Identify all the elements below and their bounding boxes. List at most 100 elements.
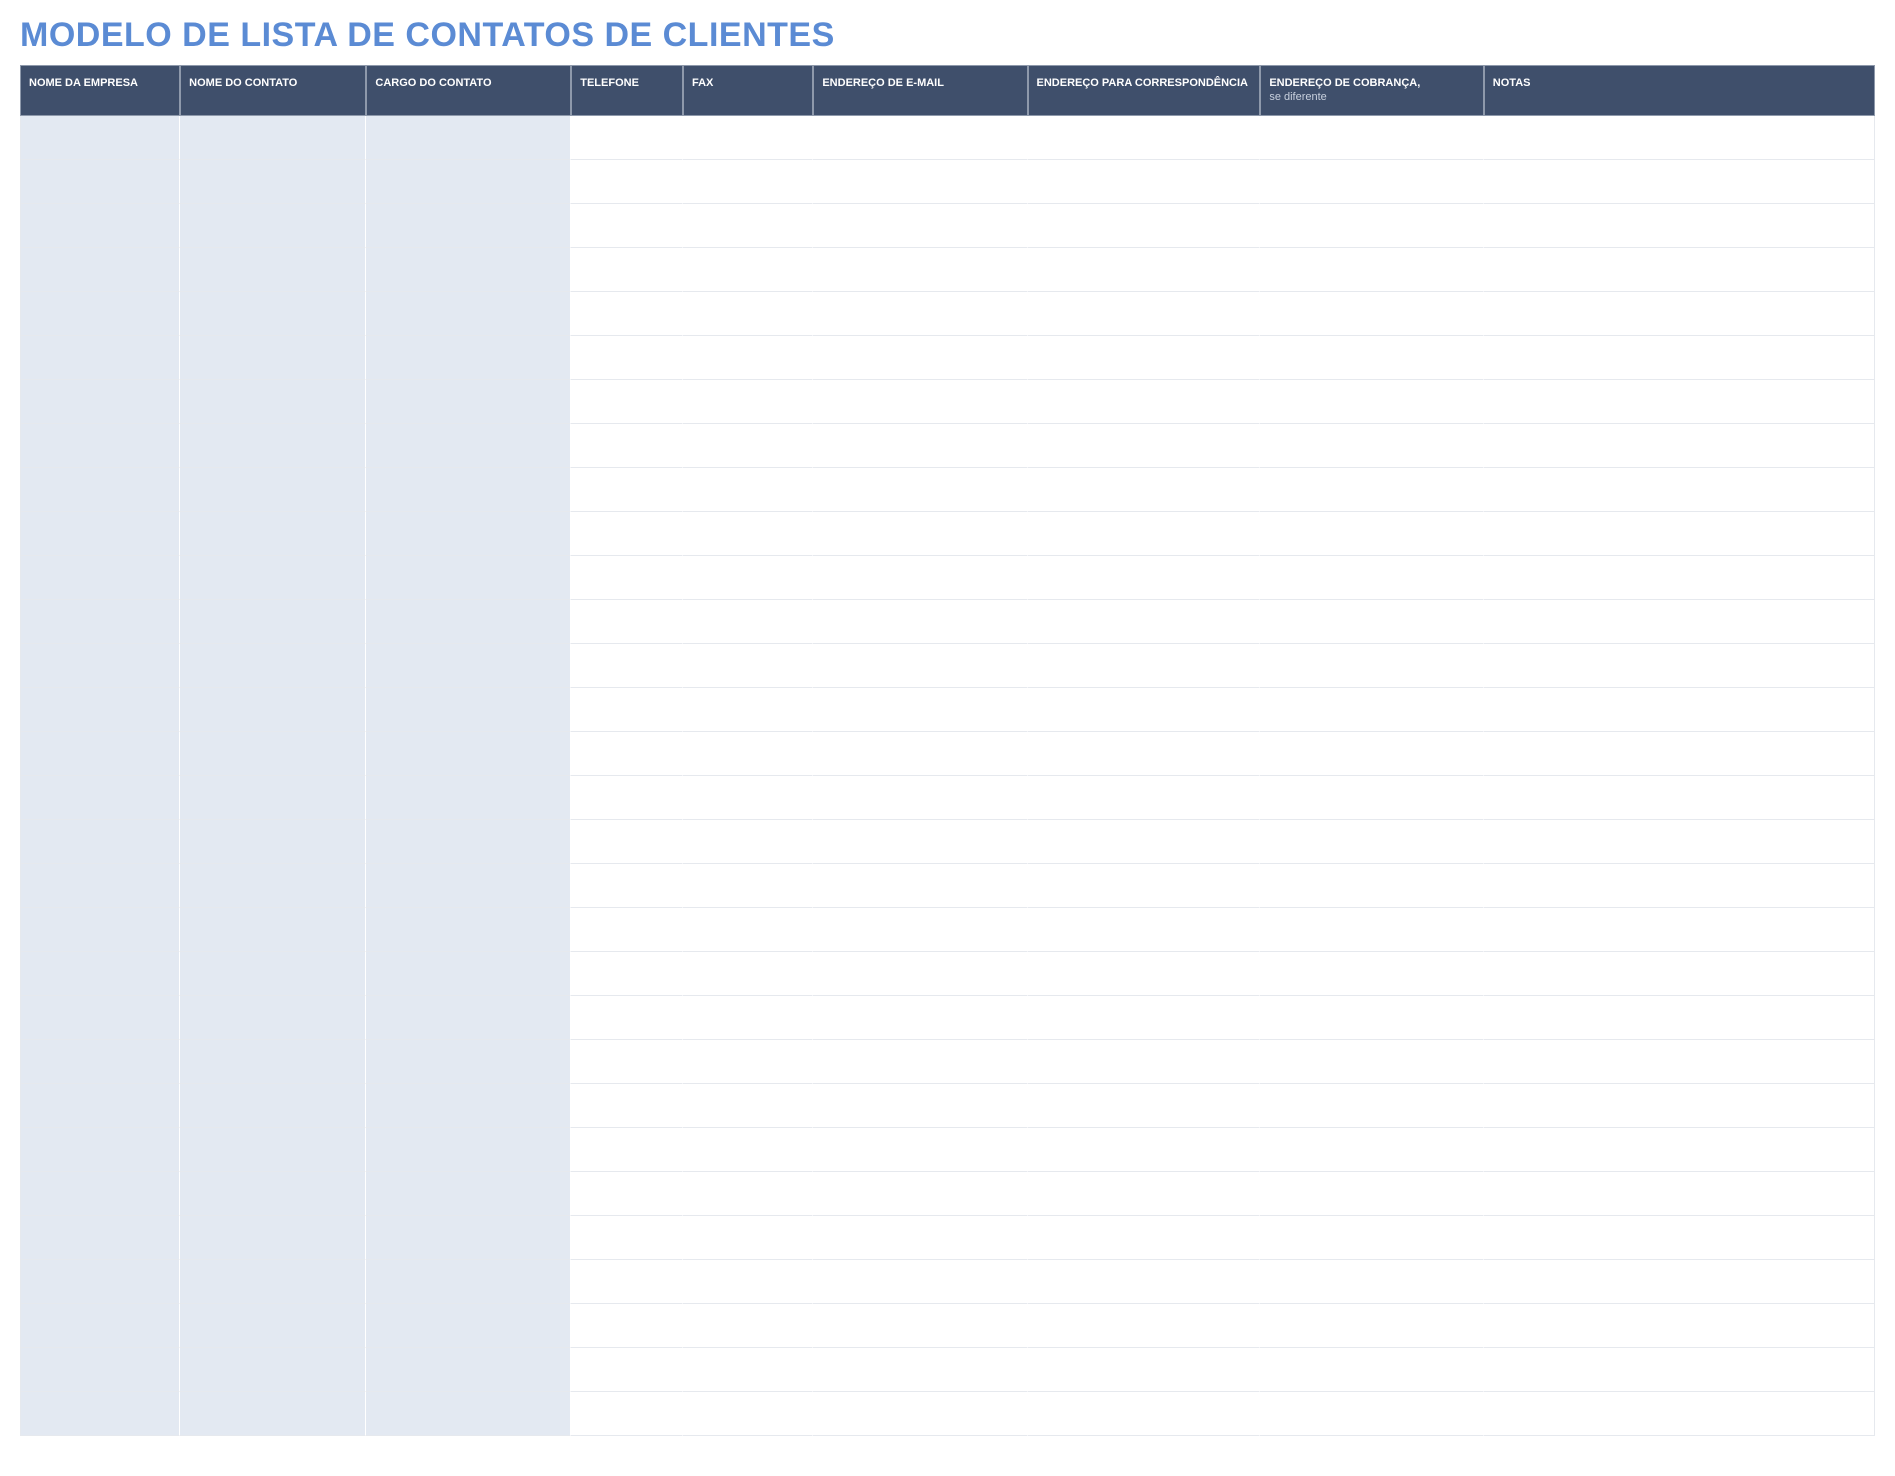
table-cell[interactable]: [1028, 732, 1261, 776]
table-cell[interactable]: [683, 864, 813, 908]
table-cell[interactable]: [1260, 204, 1483, 248]
table-cell[interactable]: [366, 1216, 571, 1260]
table-cell[interactable]: [180, 336, 366, 380]
table-cell[interactable]: [813, 732, 1027, 776]
table-cell[interactable]: [571, 1260, 683, 1304]
table-cell[interactable]: [571, 116, 683, 160]
table-cell[interactable]: [683, 336, 813, 380]
table-cell[interactable]: [1260, 424, 1483, 468]
table-cell[interactable]: [180, 732, 366, 776]
table-cell[interactable]: [1484, 776, 1875, 820]
table-cell[interactable]: [366, 1348, 571, 1392]
table-cell[interactable]: [20, 1392, 180, 1436]
table-cell[interactable]: [813, 1304, 1027, 1348]
table-cell[interactable]: [1260, 1216, 1483, 1260]
table-cell[interactable]: [20, 1040, 180, 1084]
table-cell[interactable]: [180, 380, 366, 424]
table-cell[interactable]: [571, 1392, 683, 1436]
table-cell[interactable]: [683, 1216, 813, 1260]
table-cell[interactable]: [1028, 116, 1261, 160]
table-cell[interactable]: [180, 512, 366, 556]
table-cell[interactable]: [366, 292, 571, 336]
table-cell[interactable]: [571, 556, 683, 600]
table-cell[interactable]: [1484, 732, 1875, 776]
table-cell[interactable]: [1484, 908, 1875, 952]
table-cell[interactable]: [813, 160, 1027, 204]
table-cell[interactable]: [366, 160, 571, 204]
table-cell[interactable]: [366, 1040, 571, 1084]
table-cell[interactable]: [366, 996, 571, 1040]
table-cell[interactable]: [1028, 952, 1261, 996]
table-cell[interactable]: [813, 1216, 1027, 1260]
table-cell[interactable]: [180, 1260, 366, 1304]
table-cell[interactable]: [1028, 1084, 1261, 1128]
table-cell[interactable]: [683, 1304, 813, 1348]
table-cell[interactable]: [813, 864, 1027, 908]
table-cell[interactable]: [366, 556, 571, 600]
table-cell[interactable]: [180, 556, 366, 600]
table-cell[interactable]: [1260, 1084, 1483, 1128]
table-cell[interactable]: [813, 1348, 1027, 1392]
table-cell[interactable]: [366, 776, 571, 820]
table-cell[interactable]: [366, 204, 571, 248]
table-cell[interactable]: [180, 644, 366, 688]
table-cell[interactable]: [1484, 952, 1875, 996]
table-cell[interactable]: [1028, 1348, 1261, 1392]
table-cell[interactable]: [366, 116, 571, 160]
table-cell[interactable]: [1260, 732, 1483, 776]
table-cell[interactable]: [366, 380, 571, 424]
table-cell[interactable]: [1260, 820, 1483, 864]
table-cell[interactable]: [1260, 688, 1483, 732]
table-cell[interactable]: [571, 160, 683, 204]
table-cell[interactable]: [366, 952, 571, 996]
table-cell[interactable]: [20, 908, 180, 952]
table-cell[interactable]: [180, 1304, 366, 1348]
table-cell[interactable]: [1028, 1128, 1261, 1172]
table-cell[interactable]: [1260, 952, 1483, 996]
table-cell[interactable]: [571, 864, 683, 908]
table-cell[interactable]: [1260, 160, 1483, 204]
table-cell[interactable]: [571, 292, 683, 336]
table-cell[interactable]: [1028, 512, 1261, 556]
table-cell[interactable]: [813, 1260, 1027, 1304]
table-cell[interactable]: [1028, 380, 1261, 424]
table-cell[interactable]: [1028, 248, 1261, 292]
table-cell[interactable]: [180, 204, 366, 248]
table-cell[interactable]: [20, 204, 180, 248]
table-cell[interactable]: [1484, 380, 1875, 424]
table-cell[interactable]: [571, 644, 683, 688]
table-cell[interactable]: [180, 1172, 366, 1216]
table-cell[interactable]: [1260, 1304, 1483, 1348]
table-cell[interactable]: [1260, 292, 1483, 336]
table-cell[interactable]: [813, 116, 1027, 160]
table-cell[interactable]: [1484, 1216, 1875, 1260]
table-cell[interactable]: [1260, 380, 1483, 424]
table-cell[interactable]: [813, 292, 1027, 336]
table-cell[interactable]: [180, 1392, 366, 1436]
table-cell[interactable]: [20, 1304, 180, 1348]
table-cell[interactable]: [683, 820, 813, 864]
table-cell[interactable]: [1028, 292, 1261, 336]
table-cell[interactable]: [366, 688, 571, 732]
table-cell[interactable]: [180, 776, 366, 820]
table-cell[interactable]: [1260, 644, 1483, 688]
table-cell[interactable]: [1260, 776, 1483, 820]
table-cell[interactable]: [180, 1040, 366, 1084]
table-cell[interactable]: [20, 336, 180, 380]
table-cell[interactable]: [1028, 864, 1261, 908]
table-cell[interactable]: [20, 1172, 180, 1216]
table-cell[interactable]: [571, 1172, 683, 1216]
table-cell[interactable]: [366, 820, 571, 864]
table-cell[interactable]: [366, 424, 571, 468]
table-cell[interactable]: [813, 776, 1027, 820]
table-cell[interactable]: [813, 424, 1027, 468]
table-cell[interactable]: [20, 996, 180, 1040]
table-cell[interactable]: [1484, 556, 1875, 600]
table-cell[interactable]: [20, 424, 180, 468]
table-cell[interactable]: [571, 1084, 683, 1128]
table-cell[interactable]: [571, 248, 683, 292]
table-cell[interactable]: [1028, 820, 1261, 864]
table-cell[interactable]: [20, 292, 180, 336]
table-cell[interactable]: [571, 1128, 683, 1172]
table-cell[interactable]: [683, 776, 813, 820]
